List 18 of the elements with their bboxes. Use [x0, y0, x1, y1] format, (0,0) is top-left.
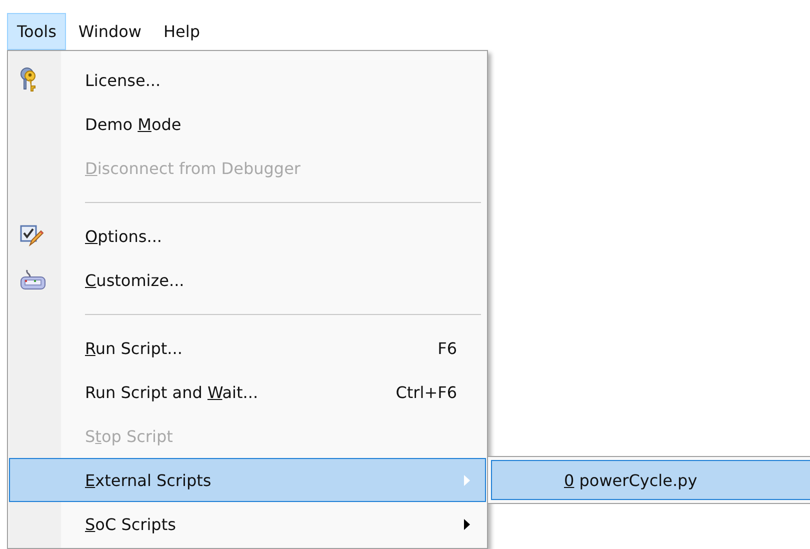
- menu-item[interactable]: External Scripts: [9, 458, 486, 502]
- menu-item[interactable]: Run Script and Wait... Ctrl+F6: [9, 370, 486, 414]
- menu-item[interactable]: 0 powerCycle.py: [491, 460, 810, 500]
- menu-tab[interactable]: Help: [154, 13, 210, 50]
- menu-item[interactable]: License...: [9, 58, 486, 102]
- menu-item[interactable]: Customize...: [9, 258, 486, 302]
- keyboard-icon: [20, 269, 46, 291]
- menu-item[interactable]: SoC Scripts: [9, 502, 486, 546]
- shortcut-label: Ctrl+F6: [394, 382, 458, 402]
- menu-tab[interactable]: Tools: [7, 13, 66, 50]
- menu-item[interactable]: Demo Mode: [9, 102, 486, 146]
- submenu-arrow-icon: [464, 474, 470, 486]
- checkbox-pencil-icon: [20, 224, 44, 248]
- submenu-arrow-icon: [464, 518, 470, 530]
- menu-item[interactable]: Run Script... F6: [9, 326, 486, 370]
- shortcut-label: F6: [436, 338, 458, 358]
- menu-item[interactable]: Options...: [9, 214, 486, 258]
- menu-tab[interactable]: Window: [68, 13, 152, 50]
